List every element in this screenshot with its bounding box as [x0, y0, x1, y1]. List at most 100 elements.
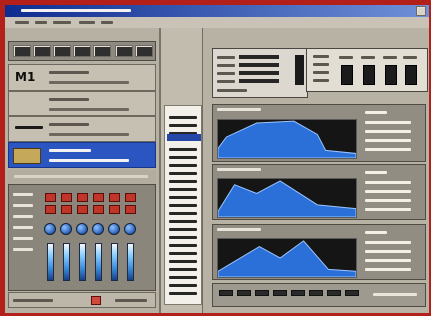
mute-button[interactable] [109, 193, 120, 202]
close-icon[interactable] [416, 6, 426, 16]
program-list-item[interactable] [169, 156, 197, 159]
pan-knob[interactable] [60, 223, 72, 235]
envelope-title [217, 168, 261, 171]
program-list-item[interactable] [169, 252, 197, 255]
bottom-slot[interactable] [273, 290, 287, 296]
patch-detail [49, 159, 129, 162]
patch-detail [49, 81, 129, 84]
param-meter [239, 55, 279, 59]
program-list-item-selected[interactable] [167, 134, 201, 141]
pan-knob[interactable] [92, 223, 104, 235]
output-meter [405, 65, 417, 85]
envelope-title [217, 228, 261, 231]
menu-item[interactable] [15, 21, 29, 24]
patch-name [49, 71, 89, 74]
mute-button[interactable] [77, 193, 88, 202]
bottom-label [373, 293, 417, 296]
mixer-label [13, 248, 33, 251]
toolbar-button[interactable] [93, 45, 111, 57]
pan-knob[interactable] [124, 223, 136, 235]
output-label [313, 63, 329, 66]
mute-button[interactable] [45, 193, 56, 202]
envelope-param [365, 199, 411, 202]
program-list-item[interactable] [169, 196, 197, 199]
bottom-slot[interactable] [237, 290, 251, 296]
channel-fader[interactable] [95, 243, 102, 281]
pan-knob[interactable] [76, 223, 88, 235]
bottom-slot[interactable] [309, 290, 323, 296]
envelope-graph[interactable] [218, 179, 356, 217]
program-list-item[interactable] [169, 236, 197, 239]
solo-button[interactable] [77, 205, 88, 214]
mute-button[interactable] [93, 193, 104, 202]
solo-button[interactable] [125, 205, 136, 214]
program-slot[interactable]: M1 [8, 64, 156, 91]
menu-item[interactable] [35, 21, 47, 24]
envelope-display[interactable] [217, 238, 357, 278]
program-list-item[interactable] [169, 164, 197, 167]
output-column-header [403, 56, 417, 59]
bottom-slot[interactable] [291, 290, 305, 296]
mixer-label [13, 237, 33, 240]
solo-button[interactable] [109, 205, 120, 214]
solo-button[interactable] [45, 205, 56, 214]
program-list-item[interactable] [169, 116, 197, 119]
program-list-item[interactable] [169, 268, 197, 271]
pan-knob[interactable] [108, 223, 120, 235]
envelope-graph[interactable] [218, 120, 356, 158]
channel-fader[interactable] [47, 243, 54, 281]
bottom-slot[interactable] [327, 290, 341, 296]
envelope-display[interactable] [217, 119, 357, 159]
channel-fader[interactable] [79, 243, 86, 281]
menu-item[interactable] [79, 21, 95, 24]
menu-item[interactable] [101, 21, 113, 24]
toolbar-button[interactable] [115, 45, 133, 57]
bottom-slot[interactable] [219, 290, 233, 296]
menu-item[interactable] [53, 21, 71, 24]
toolbar-button[interactable] [73, 45, 91, 57]
pan-knob[interactable] [44, 223, 56, 235]
patch-name [49, 98, 89, 101]
program-slot[interactable] [8, 116, 156, 142]
program-list-item[interactable] [169, 244, 197, 247]
program-list-item[interactable] [169, 212, 197, 215]
channel-fader[interactable] [111, 243, 118, 281]
channel-fader[interactable] [63, 243, 70, 281]
param-label [217, 80, 235, 83]
program-list-item[interactable] [169, 276, 197, 279]
output-label [313, 71, 329, 74]
patch-thumbnail [13, 148, 41, 164]
toolbar-button[interactable] [135, 45, 153, 57]
envelope-curve[interactable] [218, 120, 356, 158]
program-list-item[interactable] [169, 284, 197, 287]
envelope-display[interactable] [217, 178, 357, 218]
program-list-item[interactable] [169, 148, 197, 151]
bottom-slot[interactable] [255, 290, 269, 296]
program-list-item[interactable] [169, 292, 197, 295]
toolbar-button[interactable] [53, 45, 71, 57]
bottom-slot[interactable] [345, 290, 359, 296]
program-list-item[interactable] [169, 220, 197, 223]
solo-button[interactable] [93, 205, 104, 214]
envelope-graph[interactable] [218, 239, 356, 277]
program-label: M1 [15, 70, 36, 84]
program-slot-selected[interactable] [8, 142, 156, 168]
mute-button[interactable] [61, 193, 72, 202]
solo-button[interactable] [61, 205, 72, 214]
envelope-curve[interactable] [218, 180, 356, 217]
program-list-item[interactable] [169, 124, 197, 127]
program-list-item[interactable] [169, 260, 197, 263]
envelope-curve[interactable] [218, 240, 356, 277]
program-list-item[interactable] [169, 204, 197, 207]
mute-button[interactable] [125, 193, 136, 202]
channel-fader[interactable] [127, 243, 134, 281]
program-list-item[interactable] [169, 188, 197, 191]
program-slot[interactable] [8, 91, 156, 116]
toolbar-button[interactable] [13, 45, 31, 57]
envelope-section-2 [212, 164, 426, 220]
toolbar-button[interactable] [33, 45, 51, 57]
program-list-item[interactable] [169, 228, 197, 231]
program-list-item[interactable] [169, 180, 197, 183]
program-list-item[interactable] [169, 172, 197, 175]
status-strip [8, 292, 156, 308]
